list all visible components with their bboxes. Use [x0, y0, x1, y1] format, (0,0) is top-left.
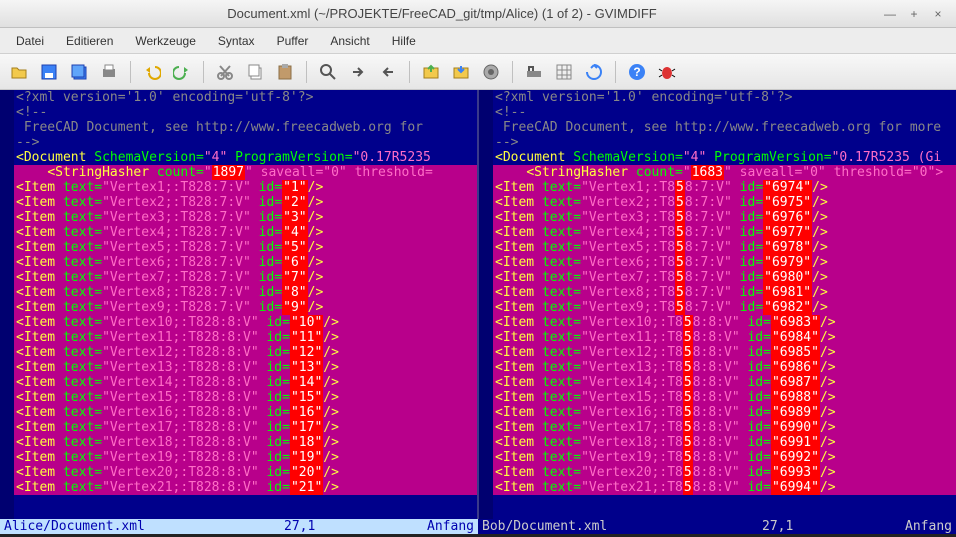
svg-text:?: ? — [633, 65, 640, 79]
open-icon[interactable] — [6, 59, 32, 85]
print-icon[interactable] — [96, 59, 122, 85]
toolbar-separator — [615, 61, 616, 83]
status-left: Alice/Document.xml 27,1 Anfang — [0, 519, 478, 534]
session-save-icon[interactable] — [448, 59, 474, 85]
copy-icon[interactable] — [242, 59, 268, 85]
menu-ansicht[interactable]: Ansicht — [320, 30, 379, 52]
find-icon[interactable] — [315, 59, 341, 85]
menubar: DateiEditierenWerkzeugeSyntaxPufferAnsic… — [0, 28, 956, 54]
window-title: Document.xml (~/PROJEKTE/FreeCAD_git/tmp… — [8, 6, 876, 21]
prev-icon[interactable] — [375, 59, 401, 85]
toolbar: ? — [0, 54, 956, 90]
status-filename: Bob/Document.xml — [482, 519, 762, 534]
make-icon[interactable] — [521, 59, 547, 85]
cut-icon[interactable] — [212, 59, 238, 85]
titlebar: Document.xml (~/PROJEKTE/FreeCAD_git/tmp… — [0, 0, 956, 28]
status-right: Bob/Document.xml 27,1 Anfang — [478, 519, 956, 534]
save-icon[interactable] — [36, 59, 62, 85]
toolbar-separator — [409, 61, 410, 83]
help-icon[interactable]: ? — [624, 59, 650, 85]
toolbar-separator — [306, 61, 307, 83]
status-position: 27,1 — [762, 519, 882, 534]
close-button[interactable]: × — [928, 4, 948, 24]
status-filename: Alice/Document.xml — [4, 519, 284, 534]
diff-area: <?xml version='1.0' encoding='utf-8'?><!… — [0, 90, 956, 519]
save-all-icon[interactable] — [66, 59, 92, 85]
menu-editieren[interactable]: Editieren — [56, 30, 123, 52]
menu-werkzeuge[interactable]: Werkzeuge — [125, 30, 205, 52]
undo-icon[interactable] — [139, 59, 165, 85]
bug-icon[interactable] — [654, 59, 680, 85]
tags-icon[interactable] — [551, 59, 577, 85]
session-load-icon[interactable] — [418, 59, 444, 85]
menu-hilfe[interactable]: Hilfe — [382, 30, 426, 52]
fold-gutter[interactable] — [479, 90, 493, 519]
menu-syntax[interactable]: Syntax — [208, 30, 265, 52]
script-icon[interactable] — [478, 59, 504, 85]
next-icon[interactable] — [345, 59, 371, 85]
minimize-button[interactable]: — — [880, 4, 900, 24]
maximize-button[interactable]: + — [904, 4, 924, 24]
menu-datei[interactable]: Datei — [6, 30, 54, 52]
redo-icon[interactable] — [169, 59, 195, 85]
paste-icon[interactable] — [272, 59, 298, 85]
toolbar-separator — [203, 61, 204, 83]
toolbar-separator — [512, 61, 513, 83]
status-percent: Anfang — [882, 519, 952, 534]
jump-icon[interactable] — [581, 59, 607, 85]
status-position: 27,1 — [284, 519, 404, 534]
left-pane[interactable]: <?xml version='1.0' encoding='utf-8'?><!… — [0, 90, 479, 519]
status-bar: Alice/Document.xml 27,1 Anfang Bob/Docum… — [0, 519, 956, 534]
fold-gutter[interactable] — [0, 90, 14, 519]
toolbar-separator — [130, 61, 131, 83]
status-percent: Anfang — [404, 519, 474, 534]
menu-puffer[interactable]: Puffer — [267, 30, 319, 52]
right-pane[interactable]: <?xml version='1.0' encoding='utf-8'?><!… — [479, 90, 956, 519]
